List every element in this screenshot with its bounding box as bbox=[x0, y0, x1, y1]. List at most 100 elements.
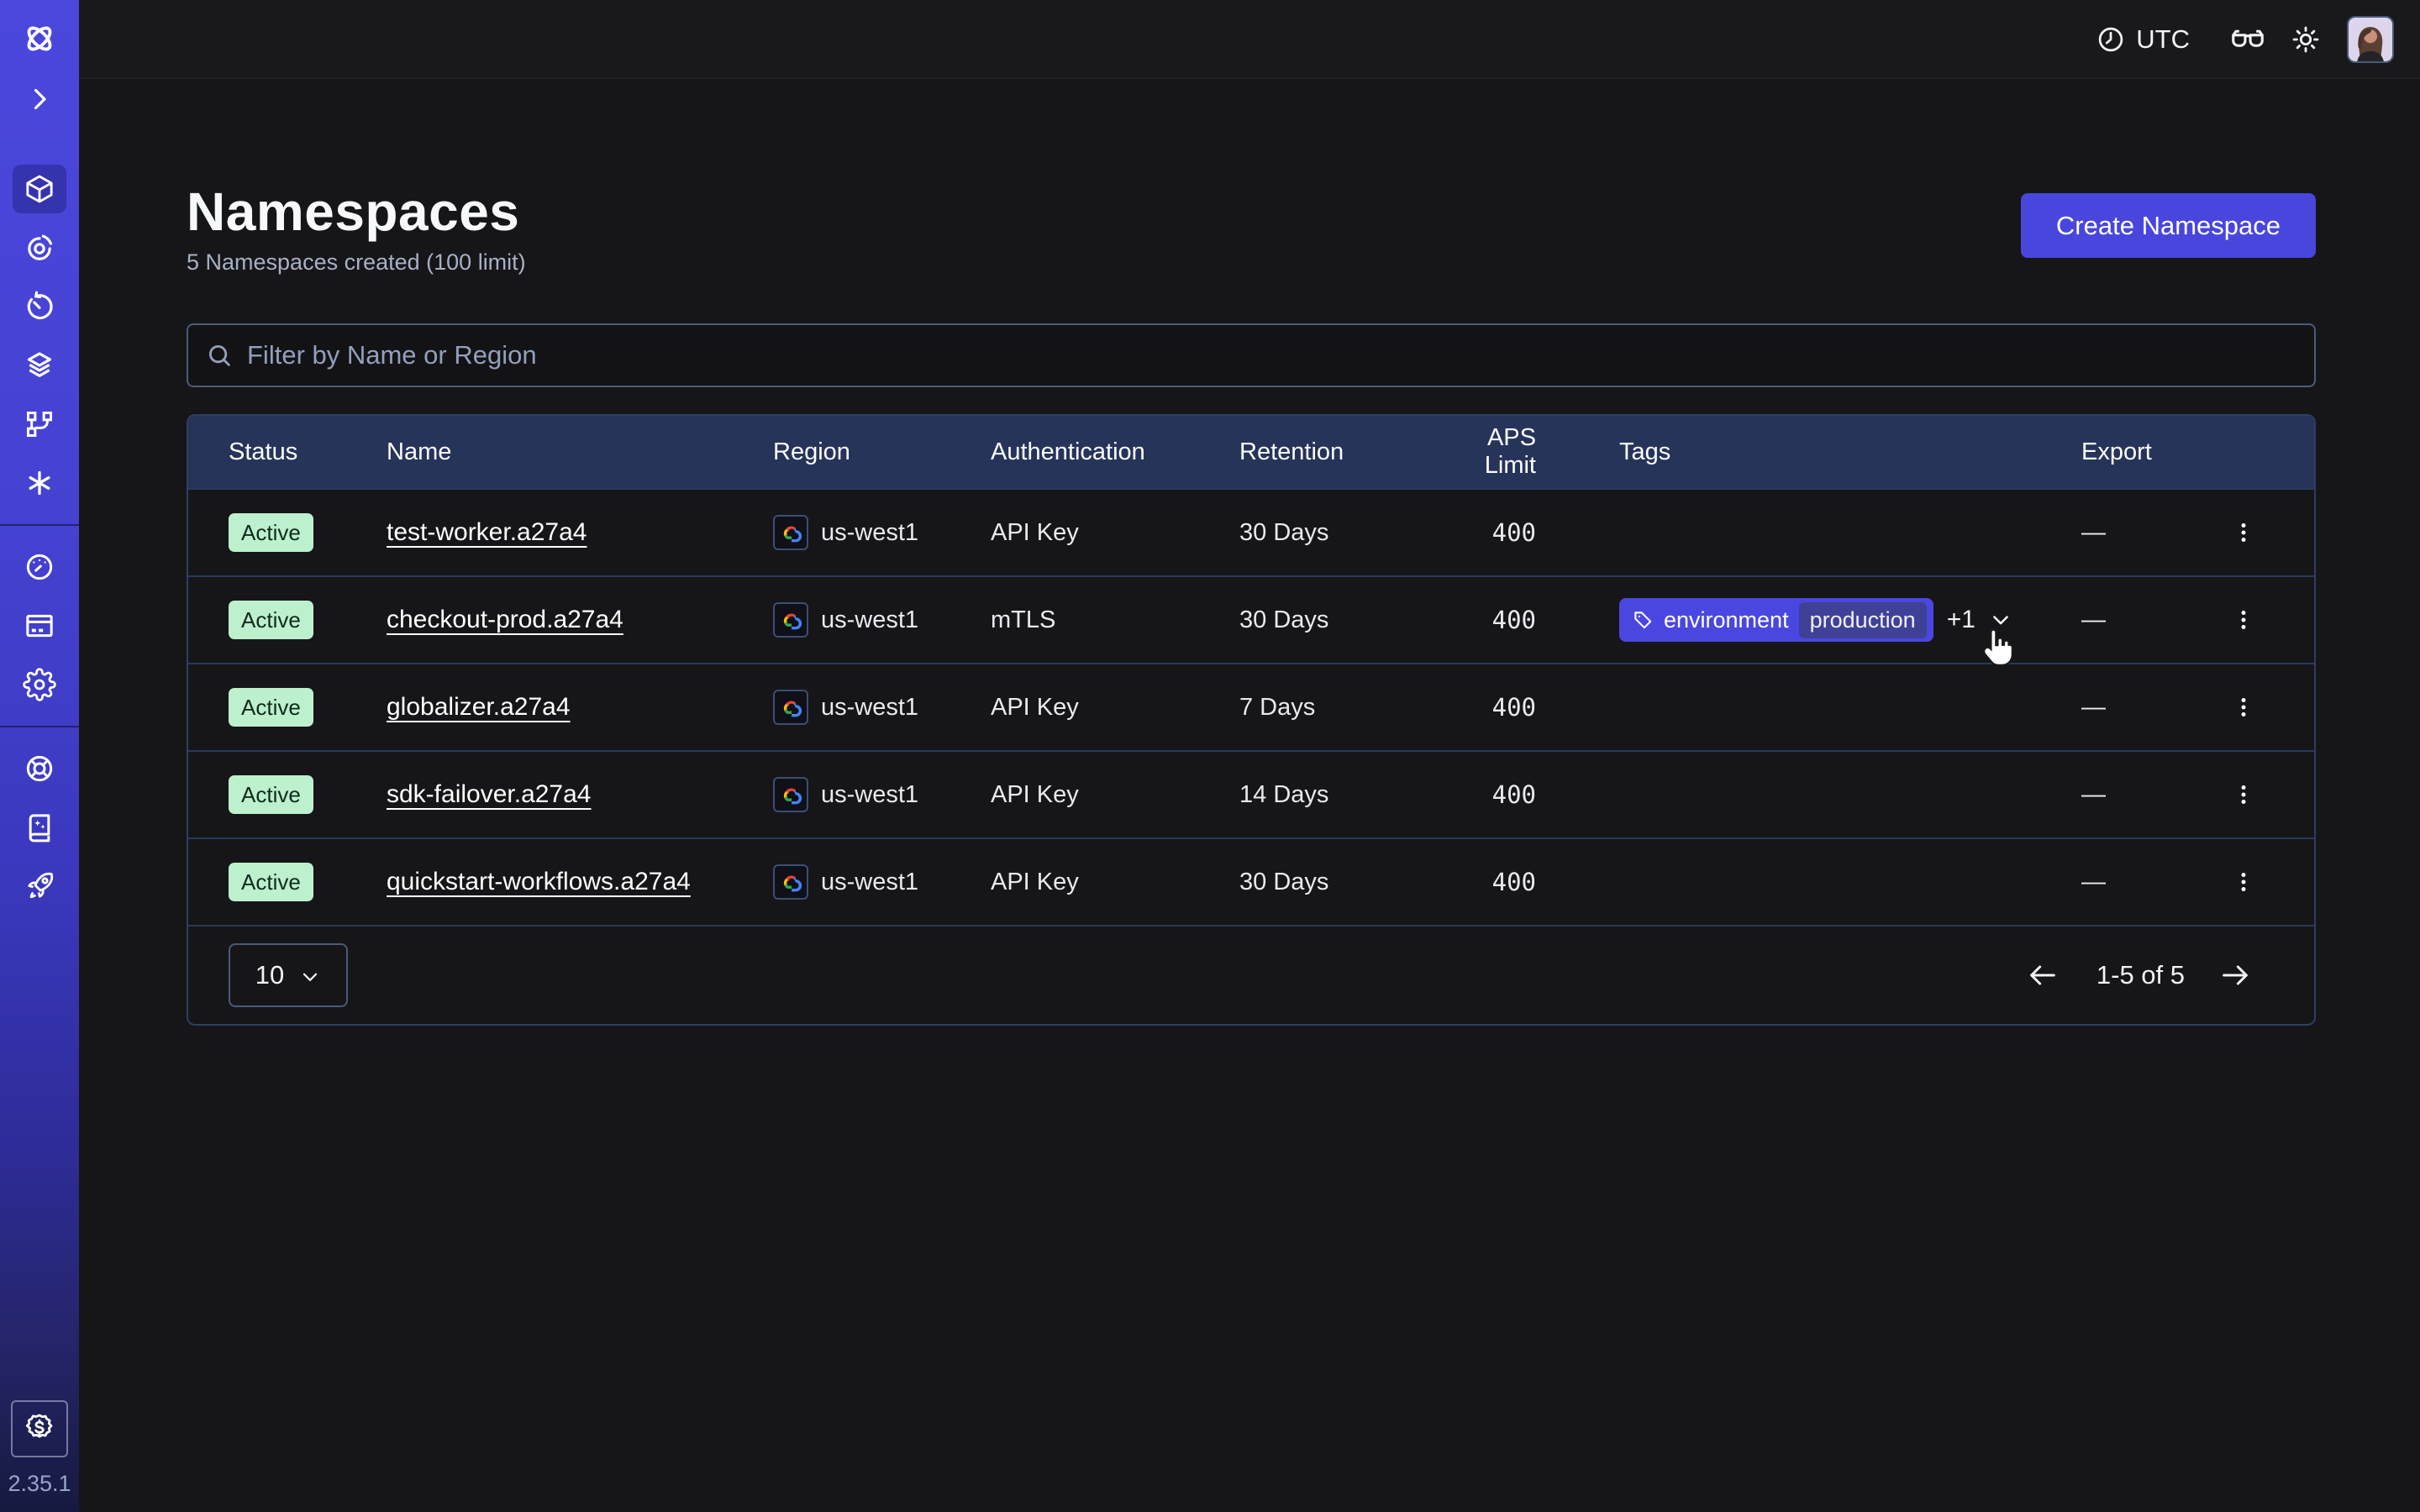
row-actions-menu-button[interactable] bbox=[2223, 600, 2264, 640]
column-header-region: Region bbox=[773, 438, 991, 466]
column-header-tags: Tags bbox=[1536, 438, 2071, 466]
export-value: — bbox=[2071, 519, 2206, 547]
retention-value: 14 Days bbox=[1239, 781, 1431, 809]
gauge-icon bbox=[23, 550, 56, 584]
status-badge: Active bbox=[229, 513, 313, 552]
authentication-value: API Key bbox=[991, 519, 1239, 547]
layers-icon bbox=[23, 349, 56, 382]
topbar: UTC bbox=[79, 0, 2420, 79]
sidebar-item-gauge[interactable] bbox=[0, 538, 79, 596]
rocket-icon bbox=[23, 869, 56, 903]
pagination-range: 1-5 of 5 bbox=[2096, 960, 2185, 990]
export-value: — bbox=[2071, 694, 2206, 722]
sidebar-item-support[interactable] bbox=[0, 739, 79, 798]
namespace-link[interactable]: globalizer.a27a4 bbox=[387, 693, 571, 721]
row-actions-menu-button[interactable] bbox=[2223, 512, 2264, 553]
sidebar-item-branch[interactable] bbox=[0, 395, 79, 454]
pagination: 1-5 of 5 bbox=[2026, 957, 2255, 994]
table-row: Active sdk-failover.a27a4 us-west1 API K… bbox=[188, 750, 2314, 837]
timezone-switcher[interactable]: UTC bbox=[2096, 24, 2190, 55]
retention-value: 30 Days bbox=[1239, 869, 1431, 896]
namespace-link[interactable]: sdk-failover.a27a4 bbox=[387, 780, 592, 808]
retention-value: 30 Days bbox=[1239, 606, 1431, 634]
row-actions-menu-button[interactable] bbox=[2223, 862, 2264, 902]
filter-input[interactable] bbox=[187, 323, 2316, 387]
kebab-icon bbox=[2231, 695, 2256, 720]
dollar-badge-icon bbox=[22, 1411, 57, 1446]
table-row: Active test-worker.a27a4 us-west1 API Ke… bbox=[188, 488, 2314, 575]
google-cloud-icon bbox=[773, 602, 808, 638]
authentication-value: API Key bbox=[991, 694, 1239, 722]
namespace-link[interactable]: quickstart-workflows.a27a4 bbox=[387, 868, 691, 895]
authentication-value: API Key bbox=[991, 869, 1239, 896]
status-badge: Active bbox=[229, 863, 313, 901]
chevron-right-icon bbox=[24, 84, 55, 114]
row-actions-menu-button[interactable] bbox=[2223, 687, 2264, 727]
status-badge: Active bbox=[229, 688, 313, 727]
sidebar-item-layers[interactable] bbox=[0, 336, 79, 395]
namespace-link[interactable]: test-worker.a27a4 bbox=[387, 518, 587, 546]
create-namespace-button[interactable]: Create Namespace bbox=[2021, 193, 2316, 258]
previous-page-button[interactable] bbox=[2026, 957, 2063, 994]
lifebuoy-icon bbox=[23, 752, 56, 785]
sidebar-item-namespaces[interactable] bbox=[0, 160, 79, 218]
sidebar-divider bbox=[0, 726, 79, 727]
namespace-link[interactable]: checkout-prod.a27a4 bbox=[387, 606, 623, 633]
glasses-icon bbox=[2228, 20, 2267, 59]
status-badge: Active bbox=[229, 775, 313, 814]
sidebar-divider bbox=[0, 524, 79, 526]
sidebar-item-docs[interactable] bbox=[0, 798, 79, 857]
sidebar-item-expand-sidebar[interactable] bbox=[0, 79, 79, 119]
arrow-right-icon bbox=[2218, 958, 2255, 992]
sidebar-item-settings[interactable] bbox=[0, 655, 79, 714]
gear-icon bbox=[23, 668, 56, 701]
branch-icon bbox=[23, 407, 56, 441]
theme-toggle-button[interactable] bbox=[2290, 24, 2322, 55]
column-header-retention: Retention bbox=[1239, 438, 1431, 466]
aps-limit-value: 400 bbox=[1431, 693, 1536, 722]
page-size-value: 10 bbox=[255, 960, 284, 990]
temporal-logo-icon bbox=[20, 19, 59, 58]
sidebar: 2.35.1 bbox=[0, 0, 79, 1512]
export-value: — bbox=[2071, 606, 2206, 634]
tag-value: production bbox=[1799, 602, 1927, 638]
aps-limit-value: 400 bbox=[1431, 518, 1536, 547]
next-page-button[interactable] bbox=[2218, 957, 2255, 994]
export-value: — bbox=[2071, 869, 2206, 896]
user-avatar[interactable] bbox=[2347, 16, 2394, 63]
chevron-down-icon bbox=[299, 966, 321, 988]
sidebar-item-timer[interactable] bbox=[0, 277, 79, 336]
app-version: 2.35.1 bbox=[8, 1471, 71, 1512]
region-label: us-west1 bbox=[821, 694, 918, 722]
sidebar-item-iris[interactable] bbox=[0, 218, 79, 277]
status-badge: Active bbox=[229, 601, 313, 639]
row-actions-menu-button[interactable] bbox=[2223, 774, 2264, 815]
sidebar-item-asterisk[interactable] bbox=[0, 454, 79, 512]
google-cloud-icon bbox=[773, 515, 808, 550]
sidebar-item-plan[interactable] bbox=[11, 1400, 68, 1457]
page-subtitle: 5 Namespaces created (100 limit) bbox=[187, 249, 526, 276]
kebab-icon bbox=[2231, 869, 2256, 895]
sidebar-item-billing[interactable] bbox=[0, 596, 79, 655]
region-label: us-west1 bbox=[821, 869, 918, 896]
region-label: us-west1 bbox=[821, 606, 918, 634]
tags-expand-chevron-icon[interactable] bbox=[1989, 608, 2012, 632]
google-cloud-icon bbox=[773, 777, 808, 812]
card-icon bbox=[23, 609, 56, 643]
region-label: us-west1 bbox=[821, 519, 918, 547]
authentication-value: mTLS bbox=[991, 606, 1239, 634]
tags-cell: environmentproduction+1 bbox=[1536, 598, 2071, 642]
sidebar-item-getting-started[interactable] bbox=[0, 857, 79, 916]
column-header-authentication: Authentication bbox=[991, 438, 1239, 466]
page-size-select[interactable]: 10 bbox=[229, 943, 348, 1007]
retention-value: 7 Days bbox=[1239, 694, 1431, 722]
google-cloud-icon bbox=[773, 864, 808, 900]
aps-limit-value: 400 bbox=[1431, 606, 1536, 634]
asterisk-icon bbox=[23, 466, 56, 500]
authentication-value: API Key bbox=[991, 781, 1239, 809]
reader-mode-button[interactable] bbox=[2228, 20, 2267, 59]
tag-pill[interactable]: environment production bbox=[1619, 598, 1933, 642]
tag-key: environment bbox=[1664, 607, 1789, 633]
google-cloud-icon bbox=[773, 690, 808, 725]
kebab-icon bbox=[2231, 520, 2256, 545]
